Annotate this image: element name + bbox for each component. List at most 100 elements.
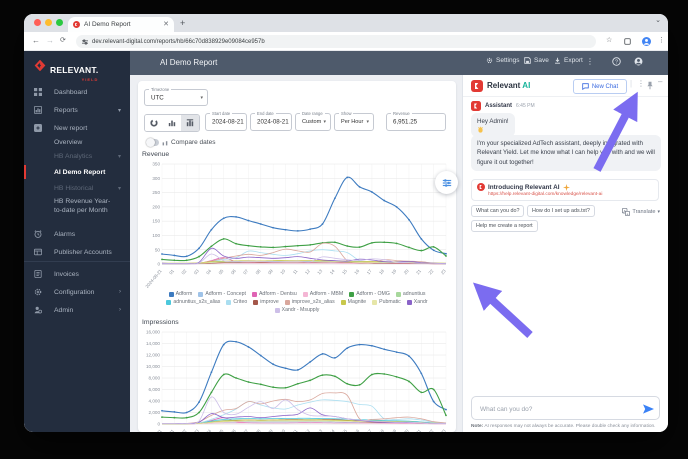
legend-item[interactable]: Adform - Dentsu [251,291,297,297]
bar-chart-button[interactable] [163,115,181,131]
impressions-chart[interactable]: 0 2,000 4,000 6,000 8,000 10,000 12,000 14,000 1… [140,327,452,432]
compare-dates-toggle[interactable]: Compare dates [146,138,215,147]
legend-item[interactable]: Adform - MBM [302,291,343,297]
legend-item[interactable]: Adform - Concept [198,291,246,297]
stacked-chart-button[interactable] [181,115,199,131]
toggle-switch[interactable] [146,138,159,147]
sidebar-item-configuration[interactable]: Configuration › [24,285,130,299]
chevron-right-icon: › [119,289,121,295]
chevron-right-icon: › [119,307,121,313]
legend-swatch [372,299,378,305]
save-button[interactable]: Save [524,57,549,64]
knowledge-card-link[interactable]: https://help.relevant-digital.com/knowle… [488,192,653,197]
forward-icon[interactable]: → [46,36,54,45]
legend-item[interactable]: Adform - OMG [349,291,390,297]
sidebar-item-reports[interactable]: Reports ▾ [24,103,130,117]
svg-text:14: 14 [329,428,336,432]
svg-text:10: 10 [279,428,286,432]
page-title: AI Demo Report [160,58,218,67]
revenue-metric-field[interactable]: Revenue 6,951.25 [386,111,446,131]
site-settings-icon [82,38,88,45]
legend-item[interactable]: Criteo [226,299,247,305]
suggestion-chip[interactable]: Help me create a report [471,220,538,232]
sidebar-item-invoices[interactable]: Invoices [24,267,130,281]
dashboard-icon [34,88,42,96]
suggestion-chip[interactable]: What can you do? [471,205,525,217]
start-date-field[interactable]: Start date 2024-08-21 [205,111,247,131]
chat-panel-title: Relevant AI [487,81,531,90]
svg-text:8,000: 8,000 [149,376,161,381]
new-tab-button[interactable]: + [180,18,185,28]
show-select[interactable]: Show Per Hour ▾ [334,111,374,131]
legend-item[interactable]: Xandr - Msupply [274,307,319,313]
brand-logo[interactable]: RELEVANT. YIELD [34,60,98,82]
help-button[interactable]: ? [612,57,621,66]
new-report-icon [34,124,42,132]
legend-item[interactable]: adnuntius_s2s_alias [166,299,220,305]
legend-item[interactable]: Adform [168,291,192,297]
legend-item[interactable]: Magnite [340,299,366,305]
timezone-select[interactable]: Timezone UTC ▾ [144,87,208,106]
profile-avatar-icon[interactable] [642,37,651,46]
sparkles-emoji [562,183,570,191]
window-close-button[interactable] [34,19,41,26]
main-content: Timezone UTC ▾ Start date 2024-08-21 End… [130,75,462,432]
legend-item[interactable]: improve_s2s_alias [284,299,335,305]
svg-text:23: 23 [440,268,447,275]
svg-text:10,000: 10,000 [146,364,160,369]
chart-settings-fab[interactable] [435,171,458,194]
back-icon[interactable]: ← [32,36,40,45]
gear-icon [486,57,493,64]
legend-item[interactable]: Xandr [406,299,428,305]
sidebar-item-new-report[interactable]: New report [24,121,130,135]
chat-input[interactable] [478,397,642,421]
sidebar-item-hb-historical[interactable]: HB Historical ▾ [24,181,130,195]
window-zoom-button[interactable] [56,19,63,26]
new-chat-button[interactable]: New Chat [573,79,627,94]
address-bar[interactable]: dev.relevant-digital.com/reports/hb/66c7… [76,35,596,48]
svg-text:22: 22 [427,428,434,432]
tab-close-icon[interactable]: ✕ [163,21,169,28]
suggestion-chip[interactable]: How do I set up ads.txt? [527,205,595,217]
sidebar-item-ai-demo-report[interactable]: AI Demo Report [24,165,130,179]
help-icon: ? [612,57,621,66]
sidebar-item-hb-analytics[interactable]: HB Analytics ▾ [24,149,130,163]
chat-menu-icon[interactable]: ⋮ [637,79,645,88]
assistant-name: Assistant [485,103,513,109]
revenue-chart[interactable]: 0501001502002503003502024-08-21 01 02 03 04 0… [140,159,452,289]
knowledge-card[interactable]: Introducing Relevant AI https://help.rel… [471,179,659,201]
sidebar-item-hb-revenue-year-to-date-per-month[interactable]: HB Revenue Year-to-date per Month [24,197,130,217]
sidebar-item-overview[interactable]: Overview [24,135,130,149]
svg-text:08: 08 [255,268,262,275]
reload-icon[interactable]: ⟳ [60,36,66,44]
chevron-down-icon: ▾ [117,153,121,160]
minimize-chat-icon[interactable]: – [658,77,662,86]
end-date-field[interactable]: End date 2024-08-21 [250,111,292,131]
legend-item[interactable]: adnuntius [395,291,425,297]
pin-icon[interactable] [646,81,654,90]
sidebar-item-alarms[interactable]: Alarms [24,227,130,241]
browser-tab[interactable]: AI Demo Report ✕ [68,17,174,32]
export-button[interactable]: Export [554,57,583,64]
date-range-select[interactable]: Date range Custom ▾ [295,111,331,131]
settings-button[interactable]: Settings [486,57,520,64]
translate-dropdown[interactable]: Aa Translate ▾ [622,208,660,216]
svg-text:200: 200 [152,204,160,209]
legend-item[interactable]: improve [253,299,279,305]
legend-item[interactable]: Pubmatic [372,299,401,305]
chevron-down-icon: ▾ [366,119,369,125]
browser-menu-icon[interactable]: ⋮ [658,36,665,44]
svg-text:350: 350 [152,162,160,167]
send-icon[interactable] [643,404,654,414]
publisher-accounts-icon [34,248,42,256]
pie-chart-button[interactable] [145,115,163,131]
sidebar-item-dashboard[interactable]: Dashboard [24,85,130,99]
sidebar-item-publisher-accounts[interactable]: Publisher Accounts [24,245,130,259]
sidebar-item-admin[interactable]: Admin › [24,303,130,317]
window-minimize-button[interactable] [45,19,52,26]
extensions-icon[interactable] [624,38,631,45]
tab-search-icon[interactable]: ⌄ [655,16,661,24]
more-options-icon[interactable]: ⋮ [586,57,594,66]
bookmark-star-icon[interactable]: ☆ [606,36,612,44]
account-button[interactable] [634,57,643,66]
